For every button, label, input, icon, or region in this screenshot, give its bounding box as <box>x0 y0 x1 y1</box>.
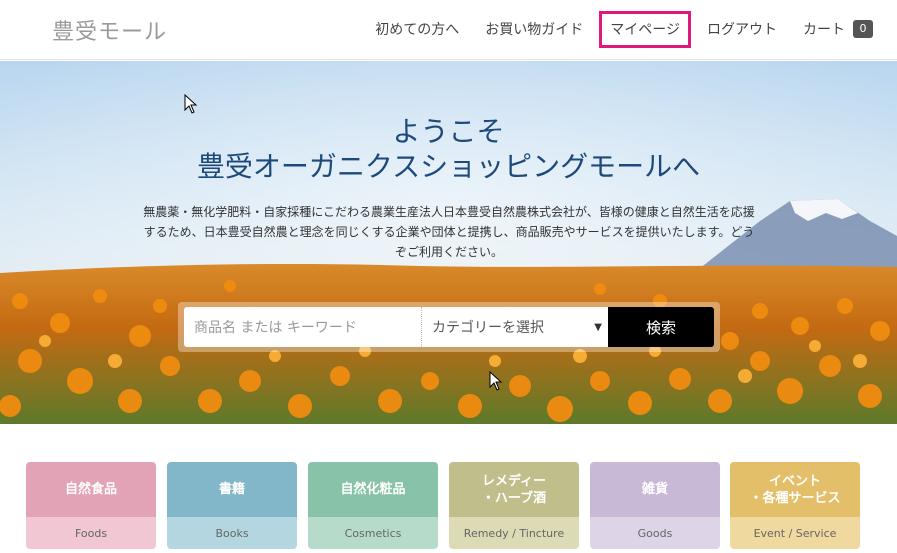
category-sublabel: Goods <box>590 517 720 549</box>
search-input[interactable]: 商品名 または キーワード <box>184 307 422 347</box>
category-select-label: カテゴリーを選択 <box>432 320 544 336</box>
nav-mypage[interactable]: マイページ <box>599 10 691 48</box>
main-nav: 初めての方へ お買い物ガイド マイページ ログアウト カート 0 <box>375 0 897 58</box>
category-sublabel: Event / Service <box>730 517 860 549</box>
hero-banner: ようこそ 豊受オーガニクスショッピングモールへ 無農薬・無化学肥料・自家採種にこ… <box>0 61 897 424</box>
category-sublabel: Cosmetics <box>308 517 438 549</box>
category-label: 自然化粧品 <box>308 462 438 517</box>
category-label: レメディー ・ハーブ酒 <box>449 462 579 517</box>
hero-title-line1: ようこそ <box>392 115 505 148</box>
site-header: 豊受モール 初めての方へ お買い物ガイド マイページ ログアウト カート 0 <box>0 0 897 60</box>
category-tiles: 自然食品 Foods 書籍 Books 自然化粧品 Cosmetics レメディ… <box>26 462 866 550</box>
site-logo[interactable]: 豊受モール <box>52 14 167 46</box>
cart-count-badge: 0 <box>853 20 873 38</box>
category-tile-foods[interactable]: 自然食品 Foods <box>26 462 156 549</box>
search-button[interactable]: 検索 <box>608 307 714 347</box>
hero-description: 無農薬・無化学肥料・自家採種にこだわる農業生産法人日本豊受自然農株式会社が、皆様… <box>143 205 755 259</box>
caret-down-icon: ▼ <box>594 321 602 333</box>
nav-cart[interactable]: カート 0 <box>803 19 873 39</box>
category-tile-events[interactable]: イベント ・各種サービス Event / Service <box>730 462 860 549</box>
category-label: 自然食品 <box>26 462 156 517</box>
nav-logout[interactable]: ログアウト <box>707 19 777 39</box>
category-sublabel: Remedy / Tincture <box>449 517 579 549</box>
category-sublabel: Books <box>167 517 297 549</box>
category-label: イベント ・各種サービス <box>730 462 860 517</box>
nav-shopping-guide[interactable]: お買い物ガイド <box>485 19 583 39</box>
category-select[interactable]: カテゴリーを選択 ▼ <box>422 307 608 347</box>
cart-label: カート <box>803 22 845 38</box>
category-label: 書籍 <box>167 462 297 517</box>
category-tile-goods[interactable]: 雑貨 Goods <box>590 462 720 549</box>
mouse-pointer-icon <box>489 371 503 391</box>
category-sublabel: Foods <box>26 517 156 549</box>
category-tile-remedy[interactable]: レメディー ・ハーブ酒 Remedy / Tincture <box>449 462 579 549</box>
category-tile-cosmetics[interactable]: 自然化粧品 Cosmetics <box>308 462 438 549</box>
nav-first-time[interactable]: 初めての方へ <box>375 19 459 39</box>
search-bar: 商品名 または キーワード カテゴリーを選択 ▼ 検索 <box>178 302 720 352</box>
category-tile-books[interactable]: 書籍 Books <box>167 462 297 549</box>
category-label: 雑貨 <box>590 462 720 517</box>
hero-title-line2: 豊受オーガニクスショッピングモールへ <box>196 150 701 183</box>
mouse-pointer-icon <box>184 94 198 114</box>
